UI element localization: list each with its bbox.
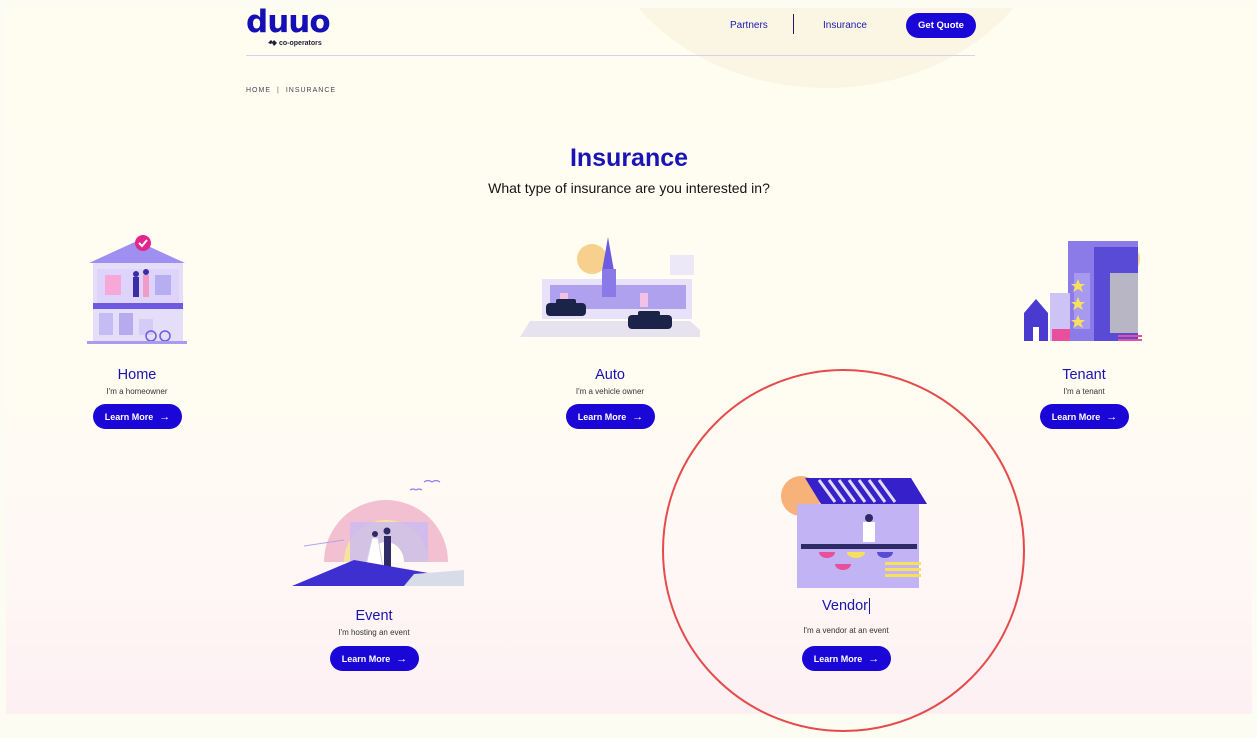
card-home-title: Home [117,367,157,383]
vendor-learn-more-button[interactable]: Learn More → [802,646,891,671]
card-auto-title: Auto [595,367,625,383]
logo-wordmark: duuo [246,8,331,40]
home-learn-more-button[interactable]: Learn More → [93,404,182,429]
tenant-illustration-svg [1024,241,1142,341]
tenant-learn-more-label: Learn More [1051,411,1101,422]
arrow-right-icon: → [396,652,408,665]
home-illustration-svg [87,235,187,344]
event-illustration [274,474,474,586]
vendor-illustration [746,474,946,588]
text-cursor [868,598,870,615]
breadcrumb: HOME | INSURANCE [246,87,336,94]
breadcrumb-separator: | [277,87,280,94]
arrow-right-icon: → [632,410,644,423]
nav-insurance-link[interactable]: Insurance [823,20,867,31]
auto-learn-more-button[interactable]: Learn More → [566,404,655,429]
duuo-logo[interactable]: duuo co-operators [246,8,331,47]
auto-learn-more-label: Learn More [577,411,627,422]
card-vendor-desc: I'm a vendor at an event [803,626,889,635]
card-auto-desc: I'm a vehicle owner [575,387,645,396]
arrow-right-icon: → [868,652,880,665]
tenant-illustration [984,233,1184,345]
arrow-right-icon: → [159,410,171,423]
get-quote-button[interactable]: Get Quote [906,13,976,38]
logo-sub-text: co-operators [279,39,322,47]
auto-illustration-svg [520,237,700,337]
auto-illustration [510,233,710,337]
nav-partners-link[interactable]: Partners [730,20,768,31]
event-illustration-svg [292,479,464,586]
breadcrumb-current: INSURANCE [285,87,337,94]
header-divider [246,55,975,56]
card-vendor-title-text: Vendor [822,598,868,614]
event-learn-more-label: Learn More [341,653,391,664]
card-vendor-title: Vendor [746,598,946,615]
page-title: Insurance [569,144,689,172]
vendor-illustration-svg [781,476,927,588]
vendor-learn-more-label: Learn More [813,653,863,664]
home-learn-more-label: Learn More [104,411,154,422]
breadcrumb-home[interactable]: HOME [246,87,271,94]
card-event-title: Event [355,608,393,624]
co-operators-mark-icon [268,40,277,46]
nav-divider [793,14,794,34]
arrow-right-icon: → [1106,410,1118,423]
logo-subtitle: co-operators [268,39,322,47]
card-tenant-title: Tenant [1062,367,1106,383]
page-frame: duuo co-operators Partners Insurance Get… [6,8,1252,714]
card-event-desc: I'm hosting an event [338,628,410,637]
home-illustration [37,233,237,345]
event-learn-more-button[interactable]: Learn More → [330,646,419,671]
card-tenant-desc: I'm a tenant [1063,387,1105,396]
page-subtitle: What type of insurance are you intereste… [488,180,770,196]
card-home-desc: I'm a homeowner [106,387,168,396]
tenant-learn-more-button[interactable]: Learn More → [1040,404,1129,429]
